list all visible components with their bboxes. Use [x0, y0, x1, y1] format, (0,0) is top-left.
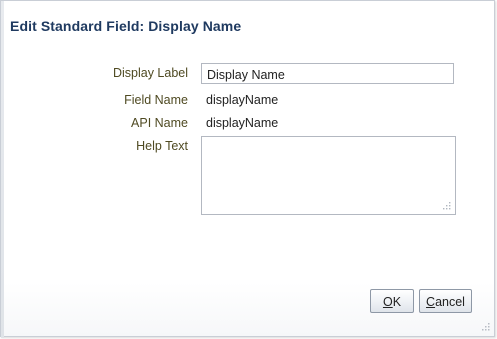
- api-name-label: API Name: [131, 116, 188, 130]
- dialog-left-edge: [1, 1, 4, 338]
- help-text-label: Help Text: [136, 139, 188, 153]
- ok-label-rest: K: [392, 295, 402, 309]
- field-name-value: displayName: [206, 93, 279, 107]
- resize-grip-icon[interactable]: [441, 200, 451, 210]
- edit-field-dialog: Edit Standard Field: Display Name Displa…: [0, 0, 495, 338]
- ok-button[interactable]: OK: [370, 289, 414, 313]
- display-label-input[interactable]: [201, 63, 454, 84]
- display-label-label: Display Label: [112, 66, 188, 80]
- cancel-button[interactable]: Cancel: [419, 289, 472, 313]
- api-name-value: displayName: [206, 116, 279, 130]
- ok-mnemonic: O: [382, 295, 393, 309]
- cancel-mnemonic: C: [426, 295, 436, 309]
- help-text-textarea[interactable]: [201, 136, 456, 215]
- dialog-title: Edit Standard Field: Display Name: [10, 18, 242, 34]
- dialog-resize-grip-icon[interactable]: [479, 321, 491, 333]
- cancel-label-rest: ancel: [435, 295, 465, 309]
- field-name-label: Field Name: [124, 93, 188, 107]
